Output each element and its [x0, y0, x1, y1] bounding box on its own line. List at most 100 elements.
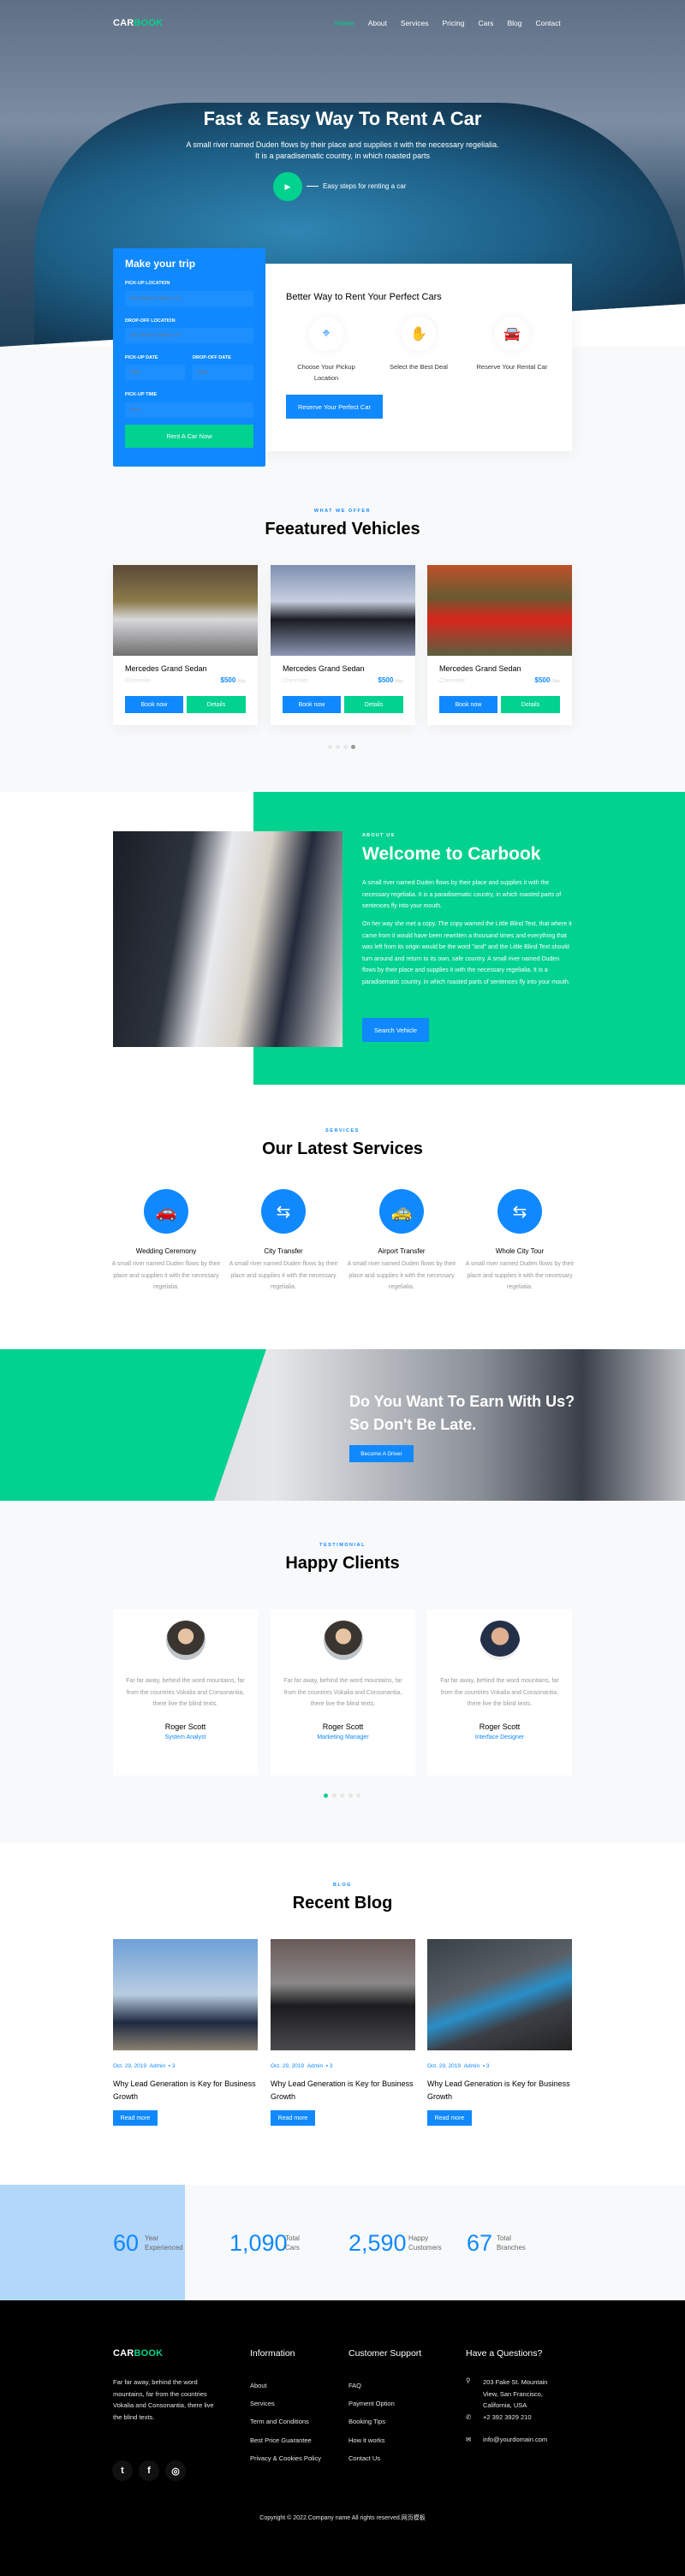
footer-link[interactable]: Term and Conditions [250, 2418, 309, 2425]
blog-image[interactable] [113, 1939, 258, 2050]
how-it-works-title: Better Way to Rent Your Perfect Cars [286, 292, 442, 302]
avatar [480, 1621, 520, 1660]
nav-about[interactable]: About [361, 19, 394, 27]
blog-image[interactable] [427, 1939, 572, 2050]
service-item: 🚕 Airport Transfer A small river named Dud… [346, 1189, 457, 1294]
instagram-icon[interactable]: ◎ [165, 2460, 186, 2481]
phone-icon: ✆ [466, 2413, 472, 2421]
footer-phone[interactable]: +2 392 3929 210 [483, 2413, 532, 2421]
play-icon: ▶ [284, 181, 291, 191]
footer-link[interactable]: FAQ [348, 2382, 361, 2389]
footer-link[interactable]: About [250, 2382, 267, 2389]
blog-image[interactable] [271, 1939, 415, 2050]
carousel-dot[interactable] [356, 1794, 360, 1798]
vehicle-price: $500 /day [378, 676, 403, 684]
search-vehicle-button[interactable]: Search Vehicle [362, 1018, 429, 1042]
nav-pricing[interactable]: Pricing [436, 19, 472, 27]
read-more-button[interactable]: Read more [113, 2110, 158, 2126]
carousel-dot[interactable] [343, 745, 348, 749]
footer-link[interactable]: Payment Option [348, 2400, 395, 2407]
post-date[interactable]: Oct. 29, 2019 [271, 2063, 304, 2069]
carousel-dot[interactable] [348, 1794, 353, 1798]
stat-value: 2,590 [348, 2230, 407, 2256]
carousel-dot-active[interactable] [351, 745, 355, 749]
pickup-date-input[interactable] [125, 365, 185, 380]
stat-value: 67 [467, 2230, 493, 2256]
carousel-dot-active[interactable] [324, 1794, 328, 1798]
details-button[interactable]: Details [344, 696, 403, 713]
vehicle-name[interactable]: Mercedes Grand Sedan [283, 664, 365, 673]
vehicle-image[interactable] [427, 565, 572, 656]
post-title[interactable]: Why Lead Generation is Key for Business … [427, 2078, 572, 2103]
pickup-location-input[interactable] [125, 291, 253, 306]
dropoff-date-label: DROP-OFF DATE [193, 355, 231, 360]
pickup-time-input[interactable] [125, 402, 253, 418]
post-title[interactable]: Why Lead Generation is Key for Business … [113, 2078, 258, 2103]
facebook-icon[interactable]: f [139, 2460, 159, 2481]
vehicle-image[interactable] [271, 565, 415, 656]
footer-link[interactable]: Services [250, 2400, 275, 2407]
steps-label[interactable]: Easy steps for renting a car [307, 182, 406, 190]
footer: CARBOOK Far far away, behind the word mo… [0, 2300, 685, 2576]
reserve-car-button[interactable]: Reserve Your Perfect Car [286, 395, 383, 419]
dropoff-date-input[interactable] [193, 365, 253, 380]
footer-link[interactable]: Contact Us [348, 2454, 380, 2462]
footer-link[interactable]: How it works [348, 2436, 385, 2444]
footer-link[interactable]: Booking Tips [348, 2418, 385, 2425]
blog-meta: Oct. 29, 2019 Admin ▪ 3 [271, 2063, 415, 2069]
footer-link[interactable]: Privacy & Cookies Policy [250, 2454, 321, 2462]
testimonial-role: Marketing Manager [317, 1734, 369, 1740]
carousel-dot[interactable] [336, 745, 340, 749]
comment-count[interactable]: 3 [486, 2063, 490, 2069]
read-more-button[interactable]: Read more [427, 2110, 472, 2126]
post-date[interactable]: Oct. 29, 2019 [427, 2063, 461, 2069]
post-author[interactable]: Admin [307, 2063, 323, 2069]
post-author[interactable]: Admin [150, 2063, 165, 2069]
read-more-button[interactable]: Read more [271, 2110, 315, 2126]
about-title: Welcome to Carbook [362, 844, 541, 864]
become-driver-button[interactable]: Become A Driver [349, 1445, 414, 1462]
details-button[interactable]: Details [187, 696, 246, 713]
book-now-button[interactable]: Book now [439, 696, 497, 713]
post-title[interactable]: Why Lead Generation is Key for Business … [271, 2078, 415, 2103]
support-heading: Customer Support [348, 2348, 422, 2359]
footer-link[interactable]: Best Price Guarantee [250, 2436, 312, 2444]
stat-label-line: Experienced [145, 2244, 183, 2252]
play-button[interactable]: ▶ [273, 172, 302, 201]
services-kicker: SERVICES [325, 1128, 360, 1133]
testimonial-text: Far far away, behind the word mountains,… [283, 1678, 402, 1707]
nav-contact[interactable]: Contact [528, 19, 567, 27]
carousel-dot[interactable] [328, 745, 332, 749]
book-now-button[interactable]: Book now [125, 696, 183, 713]
rent-car-button[interactable]: Rent A Car Now [125, 425, 253, 448]
nav-services[interactable]: Services [394, 19, 436, 27]
post-date[interactable]: Oct. 29, 2019 [113, 2063, 146, 2069]
tour-route-icon: ⇆ [497, 1189, 542, 1234]
how-it-works-card: Better Way to Rent Your Perfect Cars ⌖ Ch… [265, 264, 572, 451]
service-title: Whole City Tour [495, 1247, 545, 1255]
comment-count[interactable]: 3 [172, 2063, 176, 2069]
footer-logo[interactable]: CARBOOK [113, 2348, 163, 2359]
footer-email[interactable]: info@yourdomain.com [483, 2436, 547, 2443]
vehicle-card: Mercedes Grand Sedan Chevrolet $500 /day… [113, 565, 258, 725]
vehicle-name[interactable]: Mercedes Grand Sedan [125, 664, 207, 673]
details-button[interactable]: Details [501, 696, 560, 713]
pickup-time-label: PICK-UP TIME [125, 392, 158, 397]
nav-home[interactable]: Home [328, 19, 361, 27]
book-now-button[interactable]: Book now [283, 696, 341, 713]
nav-blog[interactable]: Blog [500, 19, 528, 27]
logo[interactable]: CARBOOK [113, 18, 163, 28]
dropoff-location-input[interactable] [125, 328, 253, 343]
nav-cars[interactable]: Cars [471, 19, 500, 27]
vehicle-name[interactable]: Mercedes Grand Sedan [439, 664, 521, 673]
twitter-icon[interactable]: t [112, 2460, 133, 2481]
step-label: Select the Best Deal [390, 363, 448, 371]
vehicle-image[interactable] [113, 565, 258, 656]
post-author[interactable]: Admin [464, 2063, 480, 2069]
comment-count[interactable]: 3 [330, 2063, 333, 2069]
carousel-dot[interactable] [340, 1794, 344, 1798]
vehicle-price: $500 /day [535, 676, 560, 684]
trip-form: Make your trip PICK-UP LOCATION DROP-OFF… [113, 248, 265, 467]
service-title: Wedding Ceremony [135, 1247, 197, 1255]
carousel-dot[interactable] [332, 1794, 337, 1798]
